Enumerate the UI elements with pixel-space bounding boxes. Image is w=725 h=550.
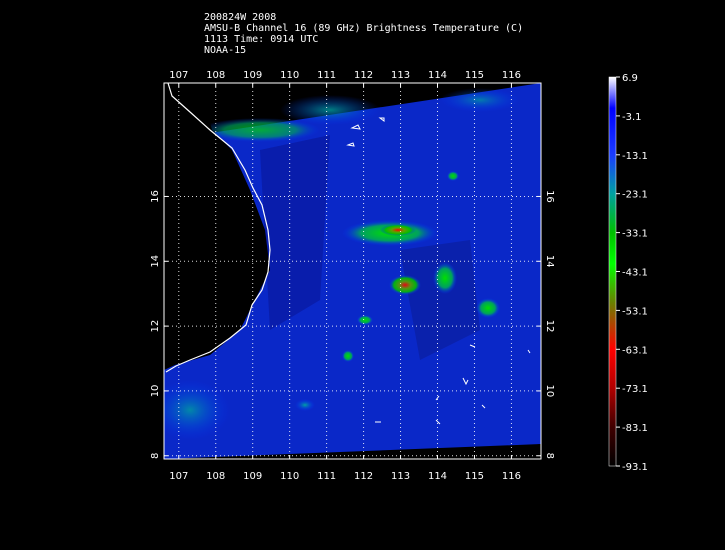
lat-tick-label-left: 12 (150, 320, 161, 333)
lat-tick-label-right: 16 (544, 190, 555, 203)
colorbar-label: -13.1 (622, 151, 648, 162)
lon-tick-label-bottom: 115 (465, 471, 484, 482)
swath-layer (164, 83, 541, 459)
colorbar-label: -33.1 (622, 229, 648, 240)
lon-tick-label-top: 112 (354, 70, 373, 81)
lon-tick-label-top: 109 (243, 70, 262, 81)
map-figure: 1071071081081091091101101111111121121131… (150, 70, 648, 482)
lon-tick-label-bottom: 112 (354, 471, 373, 482)
colorbar-label: -73.1 (622, 384, 648, 395)
colorbar-label: -63.1 (622, 345, 648, 356)
lon-tick-label-bottom: 114 (428, 471, 447, 482)
colorbar-label: -83.1 (622, 423, 648, 434)
lon-tick-label-bottom: 113 (391, 471, 410, 482)
lon-tick-label-top: 116 (502, 70, 521, 81)
colorbar-label: -93.1 (622, 462, 648, 473)
colorbar (608, 76, 617, 467)
lon-tick-label-top: 115 (465, 70, 484, 81)
lon-tick-label-top: 114 (428, 70, 447, 81)
lat-tick-label-right: 12 (544, 320, 555, 333)
lat-tick-label-left: 16 (150, 190, 161, 203)
lon-tick-label-top: 108 (206, 70, 225, 81)
lon-tick-label-top: 107 (169, 70, 188, 81)
lat-tick-label-left: 10 (150, 385, 161, 398)
colorbar-label: -3.1 (622, 112, 642, 123)
lon-tick-label-top: 110 (280, 70, 299, 81)
lon-tick-label-top: 113 (391, 70, 410, 81)
lat-tick-label-left: 8 (150, 453, 161, 459)
lon-tick-label-bottom: 109 (243, 471, 262, 482)
lon-tick-label-bottom: 108 (206, 471, 225, 482)
colorbar-label: -53.1 (622, 306, 648, 317)
lat-tick-label-right: 10 (544, 385, 555, 398)
lon-tick-label-bottom: 110 (280, 471, 299, 482)
colorbar-label: -23.1 (622, 190, 648, 201)
lat-tick-label-left: 14 (150, 255, 161, 268)
lon-tick-label-bottom: 116 (502, 471, 521, 482)
lon-tick-label-bottom: 111 (317, 471, 336, 482)
colorbar-label: -43.1 (622, 268, 648, 279)
colorbar-label: 6.9 (622, 73, 638, 84)
lat-tick-label-right: 8 (544, 453, 555, 459)
lat-tick-label-right: 14 (544, 255, 555, 268)
lon-tick-label-bottom: 107 (169, 471, 188, 482)
lon-tick-label-top: 111 (317, 70, 336, 81)
colorbar-labels: 6.9 -3.1 -13.1 -23.1 -33.1 -43.1 -53.1 -63.1 -73… (616, 73, 648, 473)
